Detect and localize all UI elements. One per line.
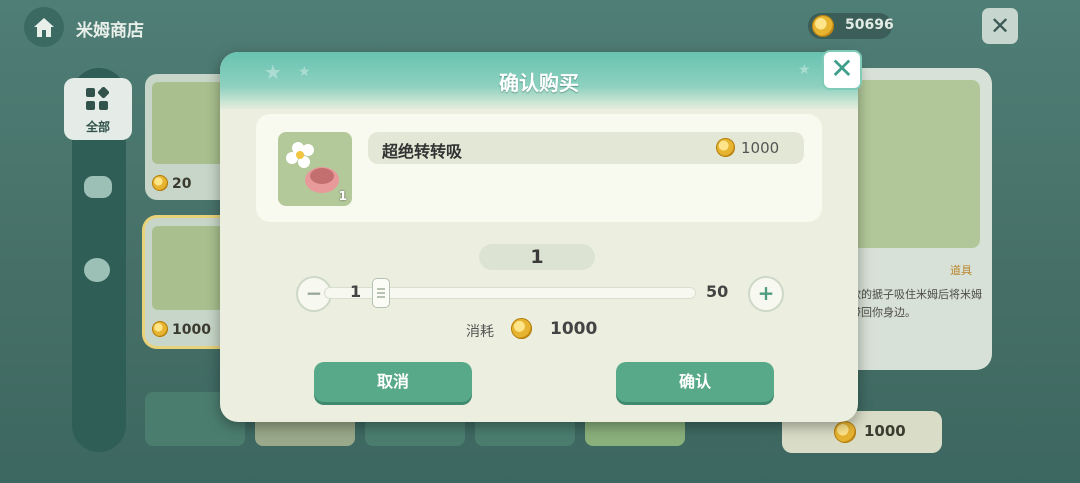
cost-value: 1000 (550, 319, 598, 339)
item-quantity-badge: 1 (338, 189, 347, 203)
item-thumbnail: 1 (278, 132, 352, 206)
shop-close-button[interactable]: ✕ (982, 8, 1018, 44)
slider-max-value: 50 (706, 282, 729, 301)
item-name-bar: 超绝转转吸 1000 (368, 132, 804, 164)
sidebar-item-all[interactable]: 全部 (64, 78, 132, 140)
item-category: 道具 (950, 264, 972, 277)
sidebar-item-pet-icon[interactable] (84, 176, 112, 198)
slider-min-value: 1 (350, 282, 362, 301)
item-image (152, 82, 224, 164)
item-detail-image (852, 80, 980, 248)
shop-card[interactable]: 20 (145, 74, 231, 200)
confirm-button[interactable]: 确认 (616, 362, 774, 402)
coin-icon (834, 421, 856, 443)
quantity-display: 1 (479, 244, 595, 270)
quantity-slider-handle[interactable] (372, 278, 390, 308)
item-name: 超绝转转吸 (382, 142, 463, 161)
item-image (152, 226, 224, 310)
coin-balance: 50696 (808, 13, 894, 39)
coin-icon (152, 321, 168, 337)
coin-icon (812, 15, 834, 37)
coin-icon (152, 175, 168, 191)
card-price: 1000 (172, 322, 211, 338)
dialog-title: 确认购买 (499, 71, 579, 95)
item-description: 款的搋子吸住米姆后将米姆带回你身边。 (850, 288, 982, 319)
coin-icon (511, 318, 532, 339)
dialog-close-button[interactable]: ✕ (822, 50, 862, 90)
cost-label: 消耗 (466, 324, 494, 340)
coin-icon (716, 138, 735, 157)
confirm-purchase-dialog: ★ ★ ★ 确认购买 1 超绝转转吸 1000 1 − 1 50 + 消耗 10… (220, 52, 858, 422)
coin-balance-value: 50696 (845, 17, 894, 33)
shop-logo-icon (24, 7, 64, 47)
sidebar-item-all-label: 全部 (85, 120, 110, 134)
card-price: 20 (172, 176, 192, 192)
increase-quantity-button[interactable]: + (748, 276, 784, 312)
sidebar-item-fruit-icon[interactable] (84, 258, 110, 282)
grid-icon (86, 87, 109, 110)
item-unit-price: 1000 (741, 139, 780, 157)
item-detail-panel: 道具 款的搋子吸住米姆后将米姆带回你身边。 (838, 68, 992, 370)
shop-card-selected[interactable]: 1000 (145, 218, 231, 346)
item-summary: 1 超绝转转吸 1000 (256, 114, 822, 222)
cancel-button[interactable]: 取消 (314, 362, 472, 402)
page-title: 米姆商店 (76, 21, 144, 41)
buy-price-value: 1000 (864, 422, 906, 440)
